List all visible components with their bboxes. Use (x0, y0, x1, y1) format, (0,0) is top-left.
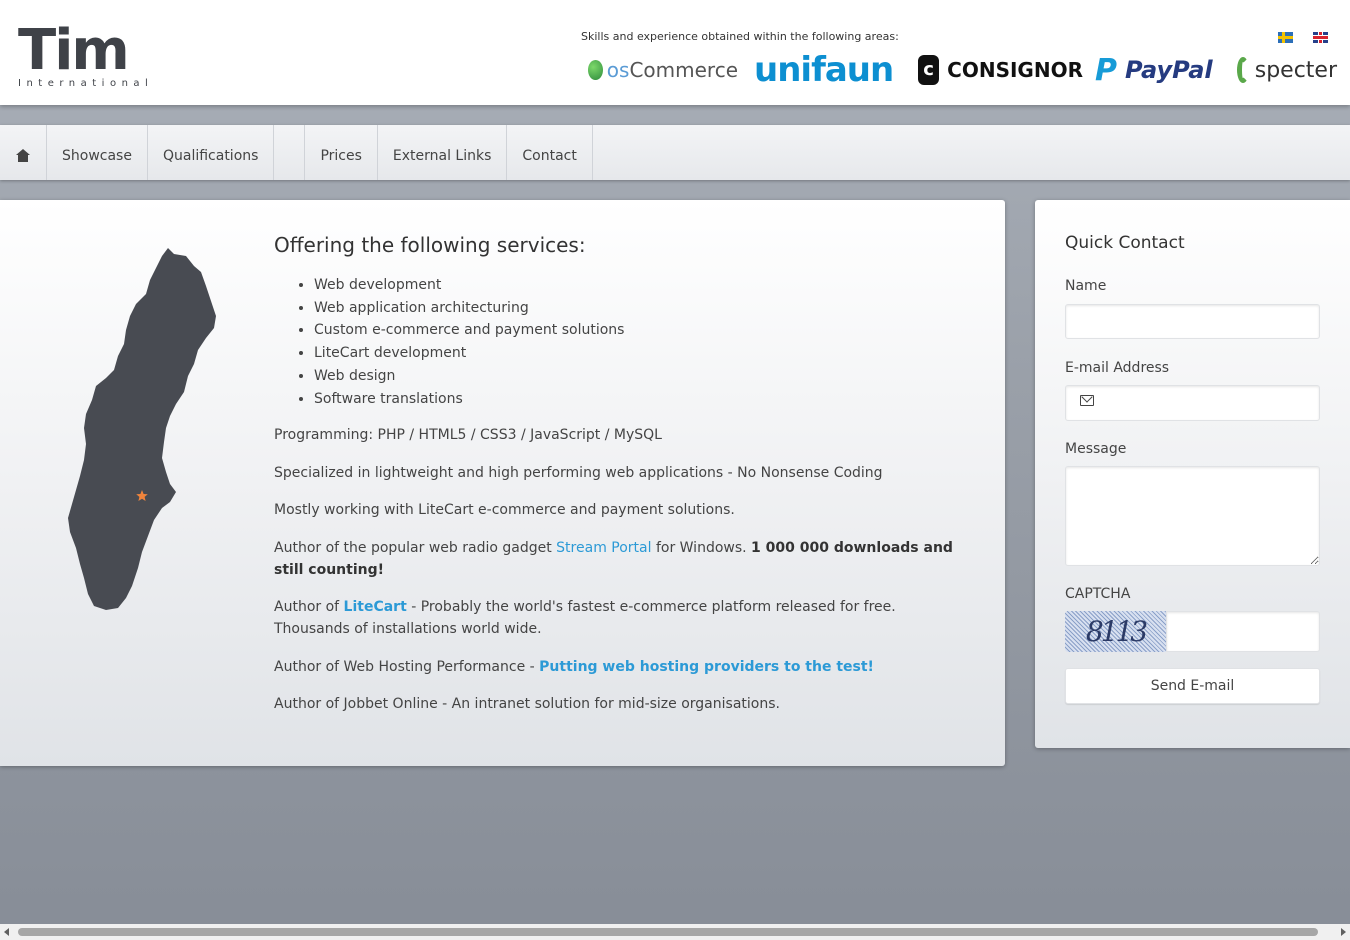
language-switcher (1278, 32, 1328, 43)
paypal-logo: P PayPal (1095, 53, 1227, 88)
unifaun-logo-text: unifaun (754, 50, 894, 90)
nav-prices[interactable]: Prices (305, 125, 378, 180)
oscommerce-icon (588, 60, 603, 80)
message-label: Message (1065, 441, 1127, 457)
author-web-hosting: Author of Web Hosting Performance - Putt… (274, 656, 974, 678)
nav-home[interactable] (0, 125, 47, 180)
list-item: Custom e-commerce and payment solutions (314, 319, 974, 342)
site-logo[interactable]: Tim International (18, 18, 154, 90)
mostly-text: Mostly working with LiteCart e-commerce … (274, 502, 735, 519)
nav-empty-item[interactable] (274, 125, 306, 180)
consignor-logo: c CONSIGNOR (918, 55, 1083, 85)
scroll-left-icon[interactable] (4, 928, 9, 936)
specter-logo-text: specter (1254, 57, 1337, 83)
services-list: Web development Web application architec… (274, 274, 974, 410)
email-input[interactable] (1065, 385, 1320, 421)
list-item: Web development (314, 274, 974, 297)
services-heading: Offering the following services: (274, 233, 586, 257)
nav-qualifications[interactable]: Qualifications (148, 125, 275, 180)
swedish-flag-icon[interactable] (1278, 32, 1293, 43)
scroll-right-icon[interactable] (1341, 928, 1346, 936)
quick-contact-panel: Quick Contact Name E-mail Address Messag… (1035, 200, 1350, 748)
specter-logo: specter (1237, 57, 1337, 83)
envelope-icon (1080, 395, 1094, 406)
send-email-button[interactable]: Send E-mail (1065, 668, 1320, 704)
nav-contact[interactable]: Contact (507, 125, 593, 180)
message-textarea[interactable] (1065, 466, 1320, 566)
programming-text: Programming: PHP / HTML5 / CSS3 / JavaSc… (274, 427, 662, 444)
list-item: Web design (314, 365, 974, 388)
oscommerce-logo-text: Commerce (629, 58, 738, 82)
email-field-group (1065, 385, 1320, 421)
author-stream-portal: Author of the popular web radio gadget S… (274, 537, 974, 581)
consignor-logo-text: CONSIGNOR (947, 58, 1083, 82)
captcha-input[interactable] (1166, 611, 1320, 652)
specter-icon (1237, 57, 1249, 83)
list-item: LiteCart development (314, 342, 974, 365)
nav-showcase[interactable]: Showcase (47, 125, 148, 180)
web-hosting-link[interactable]: Putting web hosting providers to the tes… (539, 659, 874, 675)
email-label: E-mail Address (1065, 360, 1170, 376)
list-item: Web application architecturing (314, 297, 974, 320)
stream-portal-link[interactable]: Stream Portal (556, 540, 651, 556)
home-icon (16, 149, 30, 162)
specialized-text: Specialized in lightweight and high perf… (274, 464, 883, 481)
services-content: Offering the following services: Web dev… (274, 234, 974, 731)
author-litecart-pre: Author of (274, 599, 344, 616)
sweden-map-icon (68, 248, 216, 610)
oscommerce-logo-prefix: os (606, 58, 630, 82)
logo-mark: Tim (18, 18, 130, 83)
nav-external-links[interactable]: External Links (378, 125, 508, 180)
site-header: Tim International Skills and experience … (0, 0, 1350, 105)
british-flag-icon[interactable] (1313, 32, 1328, 43)
scrollbar-thumb[interactable] (18, 928, 1318, 936)
quick-contact-title: Quick Contact (1065, 233, 1185, 253)
author-stream-portal-mid: for Windows. (651, 539, 752, 556)
paypal-icon: P (1095, 52, 1117, 88)
name-input[interactable] (1065, 304, 1320, 339)
author-jobbet-online: Author of Jobbet Online - An intranet so… (274, 696, 780, 713)
author-litecart: Author of LiteCart - Probably the world'… (274, 596, 974, 640)
main-navigation: Showcase Qualifications Prices External … (0, 125, 1350, 180)
litecart-link[interactable]: LiteCart (344, 599, 407, 615)
logo-subtitle: International (18, 78, 154, 89)
oscommerce-logo: os Commerce (588, 58, 738, 82)
horizontal-scrollbar[interactable] (0, 924, 1350, 940)
unifaun-logo: unifaun (754, 50, 914, 90)
services-panel: Offering the following services: Web dev… (0, 200, 1005, 766)
consignor-icon: c (918, 55, 940, 85)
author-stream-portal-pre: Author of the popular web radio gadget (274, 539, 557, 556)
name-label: Name (1065, 278, 1107, 294)
brand-logos: os Commerce unifaun c CONSIGNOR P PayPal … (588, 50, 1337, 90)
paypal-logo-text: PayPal (1125, 56, 1213, 84)
captcha-image: 8113 (1065, 611, 1166, 652)
skills-caption: Skills and experience obtained within th… (581, 30, 899, 43)
captcha-label: CAPTCHA (1065, 586, 1131, 602)
list-item: Software translations (314, 388, 974, 411)
author-web-hosting-pre: Author of Web Hosting Performance - (274, 658, 540, 675)
